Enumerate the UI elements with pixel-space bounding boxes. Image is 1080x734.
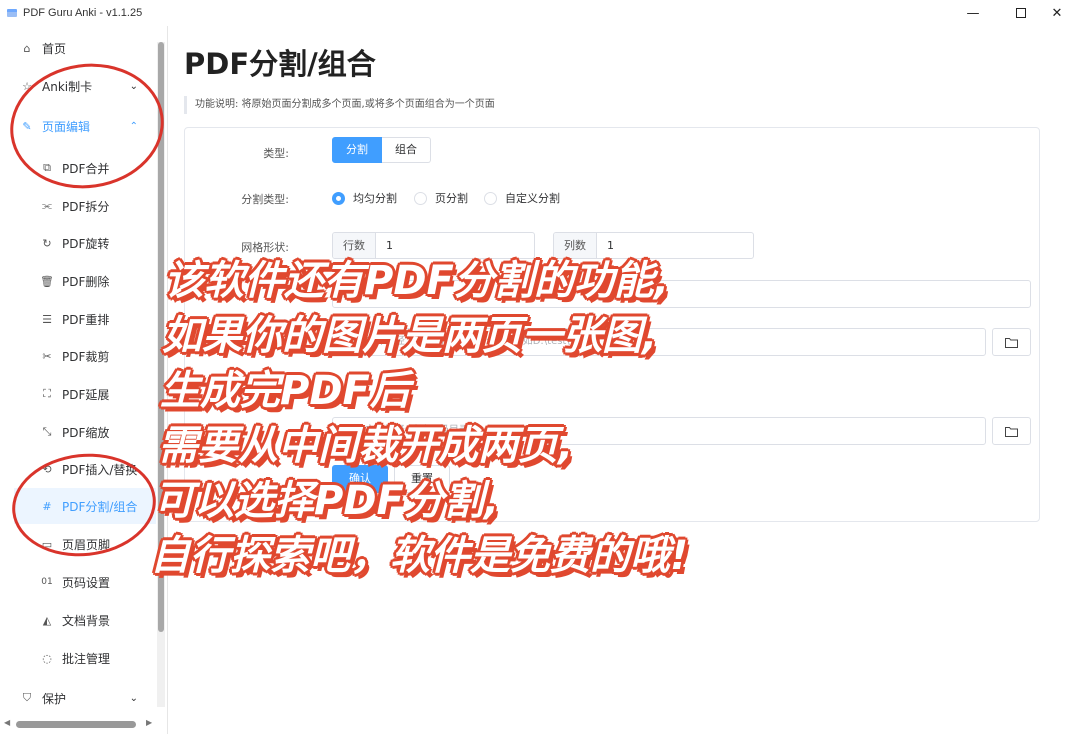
sidebar-item-label: 首页: [42, 41, 67, 56]
page-title: PDF分割/组合: [184, 47, 376, 81]
radio-checked-icon: [332, 191, 345, 205]
paint-icon: ◭: [42, 613, 52, 627]
sidebar-item-pdf-extend[interactable]: ⛶ PDF延展: [40, 376, 158, 412]
caption-line: 如果你的图片是两页一张图,: [162, 313, 658, 359]
radio-label: 自定义分割: [505, 192, 560, 205]
sidebar-item-pdf-delete[interactable]: 🗑 PDF删除: [40, 263, 158, 299]
rotate-icon: ↻: [42, 236, 52, 250]
page-number-icon: 01: [41, 577, 53, 587]
split-icon: ⫘: [42, 199, 52, 212]
comment-icon: ◌: [42, 651, 52, 665]
split-type-label: 分割类型:: [241, 193, 289, 206]
grid-shape-label: 网格形状:: [241, 241, 289, 254]
caption-line: 生成完PDF后: [160, 368, 410, 414]
sidebar-item-pdf-crop[interactable]: ✂ PDF裁剪: [40, 338, 158, 374]
list-icon: ☰: [42, 312, 52, 326]
sidebar-item-label: PDF缩放: [62, 425, 110, 440]
sidebar-item-pdf-split[interactable]: ⫘ PDF拆分: [40, 188, 158, 224]
type-label: 类型:: [263, 147, 289, 160]
scissors-icon: ✂: [42, 349, 52, 363]
type-combine-button[interactable]: 组合: [382, 137, 431, 163]
sidebar-item-home[interactable]: ⌂ 首页: [20, 30, 148, 66]
home-icon: ⌂: [23, 41, 31, 55]
sidebar-item-label: 保护: [42, 691, 67, 706]
sidebar-item-label: PDF裁剪: [62, 349, 110, 364]
radio-custom-split[interactable]: 自定义分割: [484, 190, 560, 206]
trash-icon: 🗑: [40, 274, 54, 288]
caption-line: 自行探索吧，软件是免费的哦!: [150, 533, 689, 579]
sidebar-item-label: 文档背景: [62, 613, 111, 628]
close-button[interactable]: ✕: [1034, 0, 1080, 26]
radio-even-split[interactable]: 均匀分割: [332, 190, 397, 206]
shrink-icon: ⤡: [42, 425, 52, 438]
sidebar-item-label: 页码设置: [62, 575, 111, 590]
scroll-left-icon[interactable]: ◀: [4, 718, 10, 727]
sidebar-item-annotations[interactable]: ◌ 批注管理: [40, 640, 158, 676]
app-icon: [7, 9, 17, 17]
sidebar-item-protect[interactable]: ⛉ 保护 ⌄: [20, 680, 148, 716]
scroll-right-icon[interactable]: ▶: [146, 718, 152, 727]
shield-icon: ⛉: [22, 691, 32, 704]
radio-label: 均匀分割: [353, 192, 397, 205]
window-title: PDF Guru Anki - v1.1.25: [23, 7, 143, 19]
sidebar-item-label: PDF拆分: [62, 199, 110, 214]
caption-line: 可以选择PDF分割,: [154, 478, 500, 524]
expand-icon: ⛶: [43, 387, 51, 400]
radio-page-split[interactable]: 页分割: [414, 190, 468, 206]
maximize-icon: [1016, 8, 1026, 18]
feature-description: 功能说明: 将原始页面分割成多个页面,或将多个页面组合为一个页面: [184, 96, 495, 114]
sidebar-item-page-number[interactable]: 01 页码设置: [40, 564, 158, 600]
type-split-button[interactable]: 分割: [332, 137, 382, 163]
sidebar-item-pdf-rotate[interactable]: ↻ PDF旋转: [40, 225, 158, 261]
radio-unchecked-icon: [414, 191, 427, 205]
chevron-down-icon: ⌄: [129, 692, 138, 704]
title-bar: PDF Guru Anki - v1.1.25 — ✕: [0, 0, 1080, 26]
sidebar-item-pdf-reorder[interactable]: ☰ PDF重排: [40, 301, 158, 337]
sidebar-item-label: PDF重排: [62, 312, 110, 327]
sidebar-item-background[interactable]: ◭ 文档背景: [40, 602, 158, 638]
type-toggle: 分割 组合: [332, 137, 431, 163]
sidebar-item-label: PDF删除: [62, 274, 110, 289]
sidebar-item-label: PDF旋转: [62, 236, 110, 251]
horizontal-scrollbar-thumb[interactable]: [16, 721, 136, 728]
radio-unchecked-icon: [484, 191, 497, 205]
overlay-caption: 该软件还有PDF分割的功能, 如果你的图片是两页一张图, 生成完PDF后 需要从…: [150, 254, 1075, 584]
minimize-button[interactable]: —: [950, 0, 996, 26]
sidebar-item-label: PDF延展: [62, 387, 110, 402]
caption-line: 需要从中间裁开成两页,: [158, 423, 574, 469]
caption-line: 该软件还有PDF分割的功能,: [164, 258, 670, 304]
sidebar-item-label: 批注管理: [62, 651, 111, 666]
radio-label: 页分割: [435, 192, 468, 205]
sidebar-item-pdf-scale[interactable]: ⤡ PDF缩放: [40, 414, 158, 450]
